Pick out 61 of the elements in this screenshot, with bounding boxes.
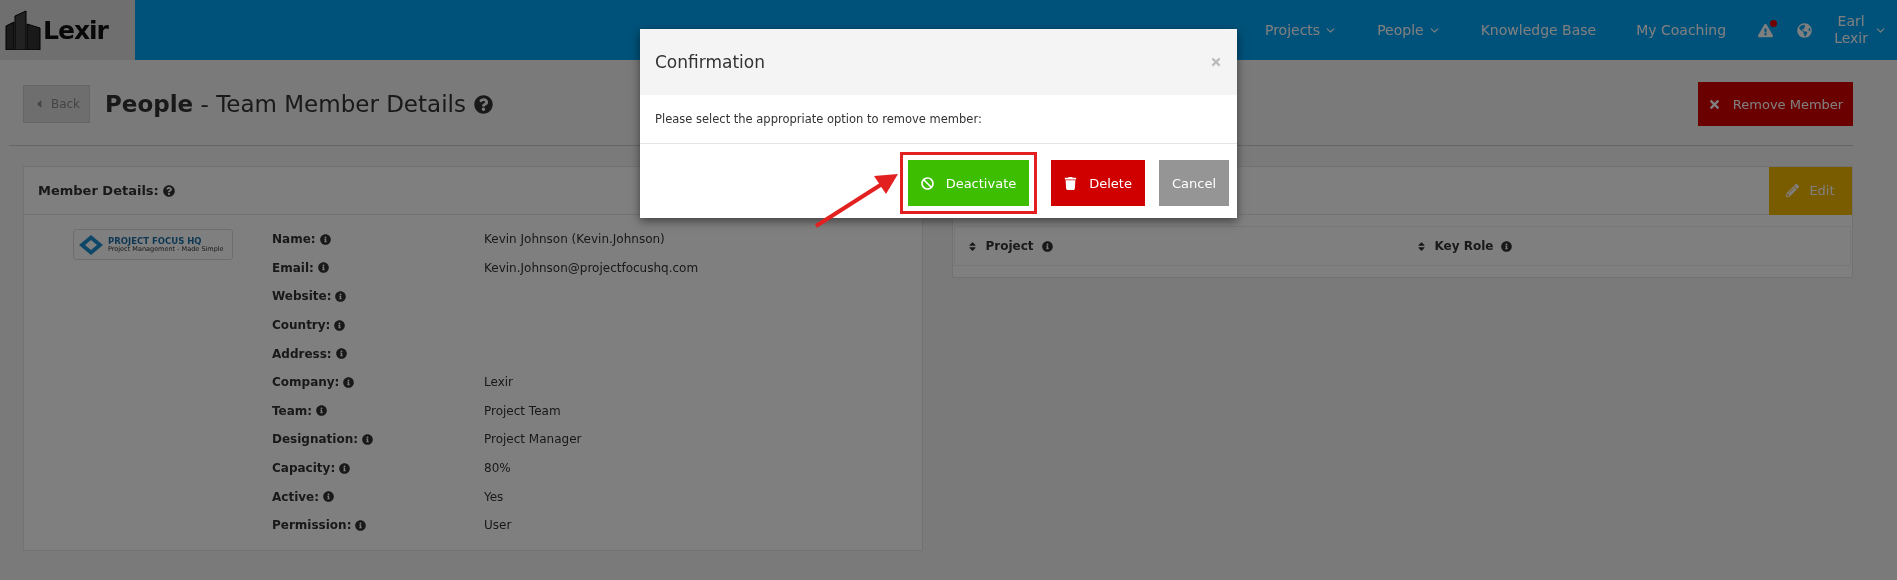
- pencil-icon: [1786, 184, 1800, 197]
- field-value: User: [484, 517, 513, 535]
- field-label: Address:: [272, 343, 484, 364]
- info-icon: [339, 462, 351, 474]
- trash-icon: [1064, 176, 1078, 190]
- alert-icon[interactable]: [1758, 22, 1774, 38]
- delete-button[interactable]: Delete: [1051, 160, 1145, 206]
- field-label: Active:: [272, 486, 484, 507]
- field-value: Yes: [484, 488, 505, 506]
- edit-button[interactable]: Edit: [1769, 166, 1852, 215]
- close-icon: [1210, 56, 1222, 68]
- user-name[interactable]: Earl Lexir: [1834, 13, 1868, 47]
- info-icon: [316, 405, 328, 417]
- info-icon: [319, 233, 331, 245]
- field-label: Designation:: [272, 429, 484, 450]
- field-value: Kevin Johnson (Kevin.Johnson): [484, 231, 666, 249]
- field-label: Capacity:: [272, 457, 484, 479]
- info-icon: [343, 376, 355, 388]
- field-label: Name:: [272, 229, 484, 250]
- help-icon[interactable]: [162, 184, 175, 197]
- field-value: Project Team: [484, 402, 562, 420]
- nav-link[interactable]: People: [1357, 22, 1461, 38]
- info-icon: [1041, 240, 1053, 252]
- info-icon: [317, 262, 329, 274]
- deactivate-button[interactable]: Deactivate: [907, 160, 1030, 206]
- field-label: Permission:: [272, 514, 484, 536]
- nav-link[interactable]: Projects: [1244, 22, 1358, 38]
- remove-member-button[interactable]: Remove Member: [1698, 82, 1853, 126]
- info-icon: [335, 348, 347, 360]
- help-icon[interactable]: [473, 94, 493, 114]
- x-icon: [1707, 97, 1721, 111]
- field-value: Kevin.Johnson@projectfocushq.com: [484, 259, 699, 277]
- page-title: People - Team Member Details: [105, 91, 466, 117]
- buildings-icon: [4, 10, 42, 50]
- card-title: Member Details:: [38, 183, 175, 198]
- field-label: Company:: [272, 371, 484, 393]
- info-icon: [355, 519, 367, 531]
- info-icon: [362, 433, 374, 445]
- cancel-button[interactable]: Cancel: [1158, 160, 1229, 206]
- column-header[interactable]: Key Role: [1403, 239, 1850, 253]
- field-label: Email:: [272, 257, 484, 279]
- field-value: 80%: [484, 460, 512, 478]
- globe-icon[interactable]: [1797, 22, 1813, 38]
- dialog-title: Confirmation: [655, 52, 765, 72]
- info-icon: [1501, 240, 1513, 252]
- nav-link[interactable]: My Coaching: [1616, 22, 1747, 38]
- ban-icon: [920, 176, 934, 190]
- field-label: Team:: [272, 400, 484, 422]
- info-icon: [335, 291, 347, 302]
- field-label: Website:: [272, 286, 484, 307]
- info-icon: [323, 491, 334, 503]
- close-button[interactable]: [1210, 56, 1222, 68]
- sort-icon: [1415, 240, 1427, 252]
- nav-link[interactable]: Knowledge Base: [1460, 22, 1617, 38]
- info-icon: [334, 319, 346, 331]
- dialog-message: Please select the appropriate option to remove member:: [640, 95, 1237, 144]
- field-label: Country:: [272, 314, 484, 336]
- field-value: Lexir: [484, 374, 514, 392]
- sort-icon: [966, 240, 978, 252]
- field-value: Project Manager: [484, 431, 583, 449]
- column-header[interactable]: Project: [954, 239, 1404, 253]
